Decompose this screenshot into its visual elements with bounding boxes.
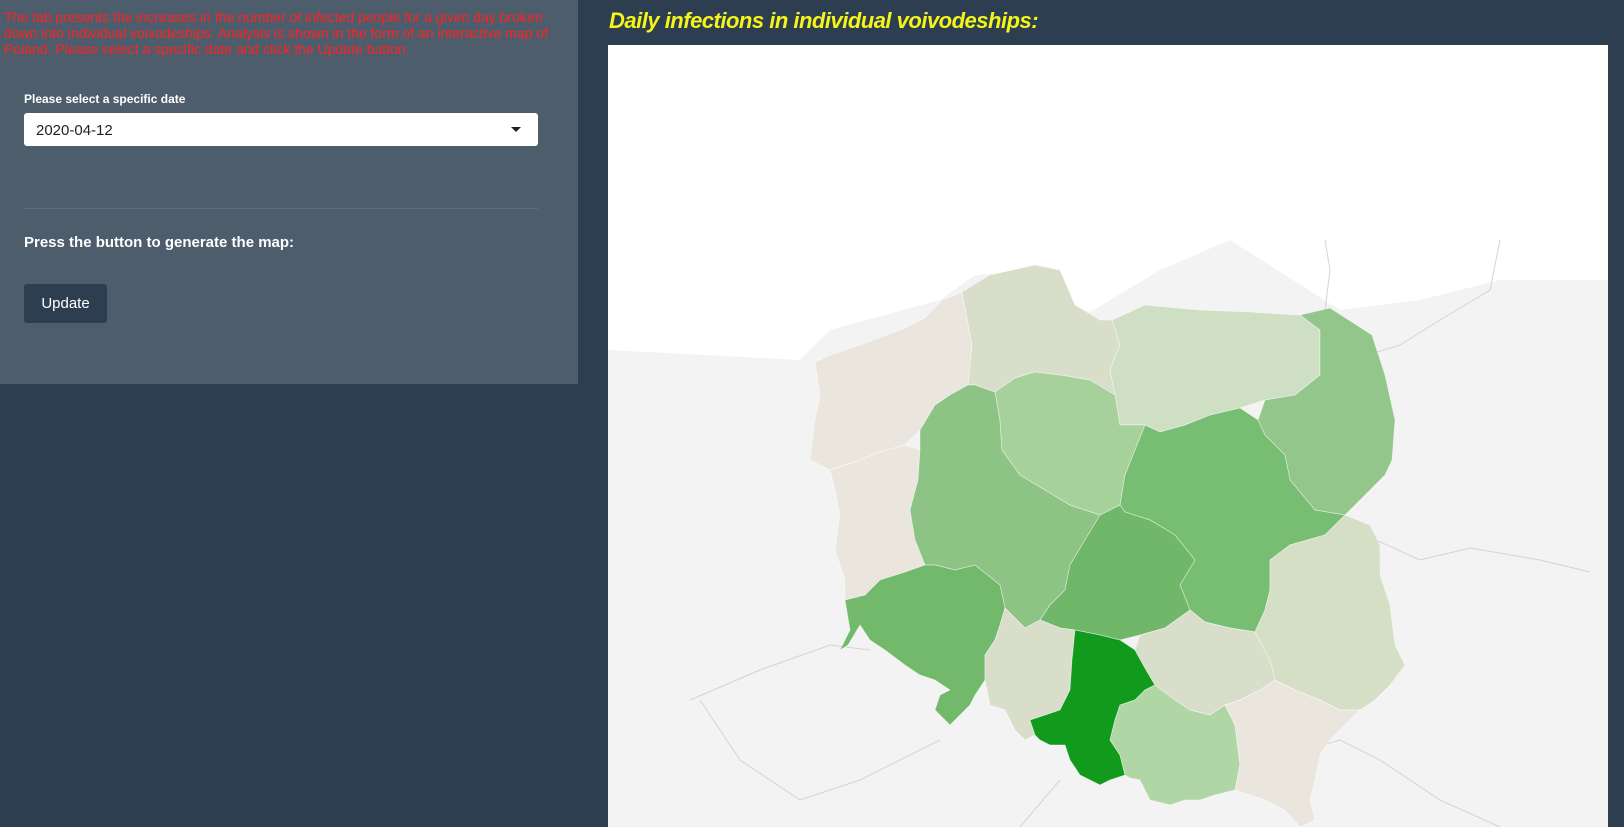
page-title: Daily infections in individual voivodesh… (609, 8, 1039, 33)
map-panel[interactable] (608, 45, 1608, 827)
generate-map-label: Press the button to generate the map: (24, 234, 295, 251)
date-select-value: 2020-04-12 (36, 122, 113, 139)
update-button[interactable]: Update (24, 284, 107, 323)
date-select-label: Please select a specific date (24, 92, 186, 106)
date-select[interactable]: 2020-04-12 (24, 113, 538, 146)
tab-description: The tab presents the increases in the nu… (4, 9, 548, 57)
sidebar-panel: The tab presents the increases in the nu… (0, 0, 578, 384)
chevron-down-icon (511, 127, 521, 132)
interactive-map[interactable] (608, 236, 1608, 827)
divider (24, 208, 538, 209)
